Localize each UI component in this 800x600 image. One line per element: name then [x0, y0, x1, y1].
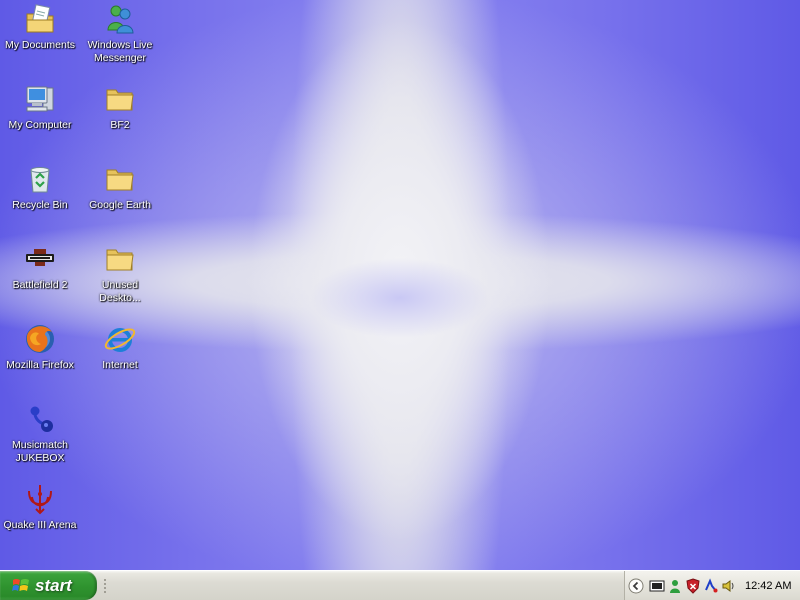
desktop-icon-battlefield-2[interactable]: Battlefield 2: [0, 242, 80, 316]
desktop-icon-unused-desktop-shortcuts[interactable]: Unused Deskto...: [80, 242, 160, 316]
start-label: start: [35, 575, 72, 595]
desktop-icon-musicmatch-jukebox[interactable]: Musicmatch JUKEBOX: [0, 402, 80, 476]
desktop-icon-bf2[interactable]: BF2: [80, 82, 160, 156]
desktop[interactable]: My Documents Windows Live Messenger My C…: [0, 0, 800, 570]
quake-icon: [28, 485, 52, 515]
battlefield-icon: [26, 249, 54, 266]
folder-icon: [106, 169, 134, 191]
desktop-icon-label: Musicmatch JUKEBOX: [11, 439, 68, 464]
desktop-icon-label: Windows Live Messenger: [87, 39, 153, 64]
start-button[interactable]: start: [0, 571, 97, 600]
desktop-icon-my-computer[interactable]: My Computer: [0, 82, 80, 156]
network-icon[interactable]: [649, 578, 665, 594]
desktop-icon-label: Quake III Arena: [3, 519, 77, 531]
musicmatch-icon: [30, 406, 53, 432]
desktop-icon-label: My Documents: [4, 39, 76, 51]
folder-icon: [106, 249, 134, 271]
desktop-icon-internet[interactable]: Internet: [80, 322, 160, 396]
desktop-icon-label: Mozilla Firefox: [6, 359, 74, 371]
desktop-icon-quake-iii-arena[interactable]: Quake III Arena: [0, 482, 80, 556]
my-computer-icon: [26, 86, 54, 112]
messenger-tray-icon[interactable]: [667, 578, 683, 594]
show-hidden-icons-chevron[interactable]: [628, 578, 644, 594]
desktop-icon-label: My Computer: [8, 119, 72, 131]
windows-logo-icon: [12, 578, 29, 591]
desktop-icon-label: Unused Deskto...: [99, 279, 141, 304]
desktop-icon-google-earth[interactable]: Google Earth: [80, 162, 160, 236]
system-tray: 12:42 AM: [624, 571, 800, 600]
desktop-icon-label: Recycle Bin: [12, 199, 68, 211]
recycle-bin-icon: [30, 167, 50, 193]
audio-tray-icon[interactable]: [703, 577, 719, 594]
desktop-icon-recycle-bin[interactable]: Recycle Bin: [0, 162, 80, 236]
internet-explorer-icon: [104, 328, 136, 352]
desktop-icon-label: Battlefield 2: [12, 279, 68, 291]
firefox-icon: [26, 325, 54, 353]
folder-icon: [106, 89, 134, 111]
taskbar-grip[interactable]: [103, 578, 107, 594]
desktop-icon-windows-live-messenger[interactable]: Windows Live Messenger: [80, 2, 160, 76]
desktop-icon-label: Google Earth: [89, 199, 151, 211]
desktop-icon-label: Internet: [102, 359, 138, 371]
messenger-icon: [107, 5, 134, 34]
clock[interactable]: 12:42 AM: [745, 580, 791, 592]
desktop-icon-label: BF2: [110, 119, 130, 131]
desktop-icon-my-documents[interactable]: My Documents: [0, 2, 80, 76]
my-documents-icon: [26, 4, 54, 33]
volume-icon[interactable]: [721, 578, 737, 594]
desktop-icon-mozilla-firefox[interactable]: Mozilla Firefox: [0, 322, 80, 396]
taskbar[interactable]: start 12:42 AM: [0, 570, 800, 600]
security-shield-icon[interactable]: [685, 577, 701, 594]
